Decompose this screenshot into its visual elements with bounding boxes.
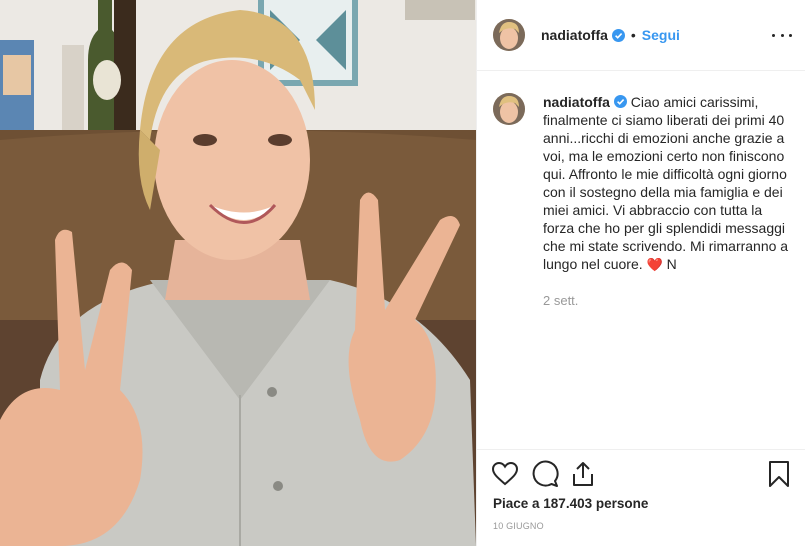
verified-badge-icon bbox=[613, 95, 627, 108]
action-bar bbox=[491, 460, 793, 488]
comment-icon[interactable] bbox=[531, 460, 559, 488]
header-separator: • bbox=[630, 27, 636, 43]
avatar-image bbox=[493, 19, 525, 51]
post-header: nadiatoffa • Segui bbox=[477, 0, 805, 71]
verified-badge-icon bbox=[611, 28, 625, 42]
heart-icon[interactable] bbox=[491, 460, 519, 488]
caption-avatar[interactable] bbox=[493, 93, 525, 125]
caption-comment: nadiatoffa Ciao amici carissimi, finalme… bbox=[493, 93, 793, 308]
post-side-panel: nadiatoffa • Segui nadiatoffa Ciao amici… bbox=[476, 0, 805, 546]
heart-emoji: ❤️ bbox=[646, 257, 663, 272]
instagram-post: nadiatoffa • Segui nadiatoffa Ciao amici… bbox=[0, 0, 805, 546]
actions-divider bbox=[477, 449, 805, 450]
likes-count[interactable]: Piace a 187.403 persone bbox=[493, 496, 648, 511]
header-username[interactable]: nadiatoffa bbox=[541, 27, 608, 43]
caption-signoff: N bbox=[666, 256, 677, 272]
caption-text: Ciao amici carissimi, finalmente ci siam… bbox=[543, 94, 789, 272]
avatar[interactable] bbox=[493, 19, 525, 51]
caption-text-block: nadiatoffa Ciao amici carissimi, finalme… bbox=[543, 93, 789, 274]
follow-button[interactable]: Segui bbox=[642, 27, 680, 43]
portrait-photo bbox=[0, 0, 476, 546]
post-photo[interactable] bbox=[0, 0, 476, 546]
avatar-image bbox=[493, 93, 525, 125]
bookmark-icon[interactable] bbox=[765, 460, 793, 488]
caption-time-ago[interactable]: 2 sett. bbox=[543, 293, 789, 308]
post-date[interactable]: 10 GIUGNO bbox=[493, 521, 544, 531]
caption-username[interactable]: nadiatoffa bbox=[543, 94, 610, 110]
share-icon[interactable] bbox=[569, 460, 597, 488]
caption-body: nadiatoffa Ciao amici carissimi, finalme… bbox=[543, 93, 789, 308]
more-options-icon[interactable] bbox=[772, 26, 792, 44]
